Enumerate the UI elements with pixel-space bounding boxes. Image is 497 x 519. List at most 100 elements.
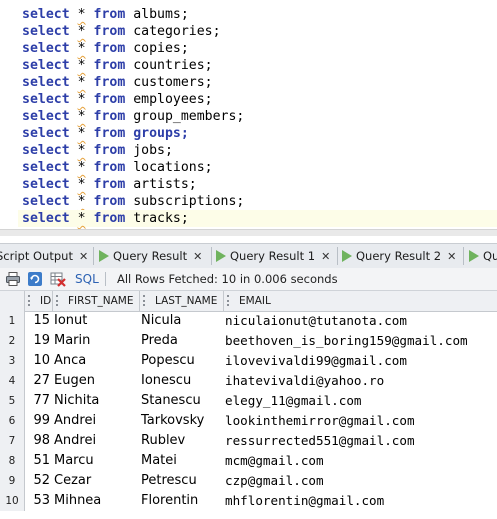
table-row[interactable]: 7 98 Andrei Rublev ressurrected551@gmail.com [0, 431, 497, 451]
cell-last-name[interactable]: Ionescu [140, 371, 224, 391]
cell-id[interactable]: 15 [25, 311, 51, 331]
cell-first-name[interactable]: Nichita [53, 391, 139, 411]
table-row[interactable]: 3 10 Anca Popescu ilovevivaldi99@gmail.com [0, 351, 497, 371]
code-line[interactable]: select * from jobs; [22, 142, 173, 159]
cell-last-name[interactable]: Stanescu [140, 391, 224, 411]
row-number[interactable]: 6 [0, 411, 25, 431]
cell-id[interactable]: 19 [25, 331, 51, 351]
cell-email[interactable]: ilovevivaldi99@gmail.com [224, 351, 497, 371]
cell-id[interactable]: 51 [25, 451, 51, 471]
cell-first-name[interactable]: Cezar [53, 471, 139, 491]
table-row[interactable]: 10 53 Mihnea Florentin mhflorentin@gmail.com [0, 491, 497, 511]
cell-first-name[interactable]: Andrei [53, 411, 139, 431]
row-number[interactable]: 2 [0, 331, 25, 351]
table-name: subscriptions; [133, 194, 245, 209]
column-header-last-name[interactable]: LAST_NAME [140, 291, 224, 311]
cell-first-name[interactable]: Eugen [53, 371, 139, 391]
row-number[interactable]: 5 [0, 391, 25, 411]
sql-button[interactable]: SQL [75, 268, 99, 290]
code-line[interactable]: select * from group_members; [22, 108, 244, 125]
cell-email[interactable]: mhflorentin@gmail.com [224, 491, 497, 511]
row-number[interactable]: 4 [0, 371, 25, 391]
cell-id[interactable]: 77 [25, 391, 51, 411]
cell-first-name[interactable]: Mihnea [53, 491, 139, 511]
row-number[interactable]: 10 [0, 491, 25, 511]
table-row[interactable]: 5 77 Nichita Stanescu elegy_11@gmail.com [0, 391, 497, 411]
cell-last-name[interactable]: Tarkovsky [140, 411, 224, 431]
close-icon[interactable]: ✕ [79, 250, 88, 263]
tab-query-result-2[interactable]: Query Result 2 ✕ [342, 244, 456, 268]
column-header-first-name[interactable]: FIRST_NAME [53, 291, 140, 311]
cell-email[interactable]: lookinthemirror@gmail.com [224, 411, 497, 431]
cell-email[interactable]: czp@gmail.com [224, 471, 497, 491]
sql-keyword: from [93, 41, 126, 56]
cell-email[interactable]: beethoven_is_boring159@gmail.com [224, 331, 497, 351]
close-icon[interactable]: ✕ [447, 250, 456, 263]
row-number[interactable]: 9 [0, 471, 25, 491]
code-line[interactable]: select * from customers; [22, 74, 213, 91]
sql-keyword: select [22, 41, 70, 56]
column-header-email[interactable]: EMAIL [224, 291, 497, 311]
results-grid[interactable]: ID FIRST_NAME LAST_NAME EMAIL 1 15 Ionut Ni… [0, 291, 497, 519]
cell-email[interactable]: mcm@gmail.com [224, 451, 497, 471]
table-row[interactable]: 8 51 Marcu Matei mcm@gmail.com [0, 451, 497, 471]
cell-email[interactable]: niculaionut@tutanota.com [224, 311, 497, 331]
cell-first-name[interactable]: Andrei [53, 431, 139, 451]
column-header-id[interactable]: ID [25, 291, 53, 311]
column-drag-icon [227, 295, 236, 306]
cell-id[interactable]: 10 [25, 351, 51, 371]
cell-email[interactable]: ressurrected551@gmail.com [224, 431, 497, 451]
cell-last-name[interactable]: Florentin [140, 491, 224, 511]
cell-last-name[interactable]: Popescu [140, 351, 224, 371]
code-line[interactable]: select * from employees; [22, 91, 213, 108]
cell-last-name[interactable]: Petrescu [140, 471, 224, 491]
code-line[interactable]: select * from groups; [22, 125, 189, 142]
clear-icon[interactable] [50, 271, 66, 287]
cell-last-name[interactable]: Preda [140, 331, 224, 351]
tab-query-result[interactable]: Query Result ✕ [99, 244, 202, 268]
cell-last-name[interactable]: Rublev [140, 431, 224, 451]
cell-id[interactable]: 98 [25, 431, 51, 451]
code-line[interactable]: select * from countries; [22, 57, 213, 74]
cell-id[interactable]: 52 [25, 471, 51, 491]
print-icon[interactable] [5, 271, 21, 287]
code-line[interactable]: select * from locations; [22, 159, 213, 176]
cell-id[interactable]: 27 [25, 371, 51, 391]
cell-email[interactable]: elegy_11@gmail.com [224, 391, 497, 411]
code-line[interactable]: select * from categories; [22, 23, 221, 40]
cell-last-name[interactable]: Matei [140, 451, 224, 471]
code-line[interactable]: select * from albums; [22, 6, 189, 23]
row-number[interactable]: 7 [0, 431, 25, 451]
cell-last-name[interactable]: Nicula [140, 311, 224, 331]
fetch-status: All Rows Fetched: 10 in 0.006 seconds [117, 272, 338, 286]
code-line[interactable]: select * from tracks; [18, 210, 497, 227]
sql-keyword: select [22, 24, 70, 39]
table-row[interactable]: 1 15 Ionut Nicula niculaionut@tutanota.com [0, 311, 497, 331]
sql-editor[interactable]: select * from albums; select * from categ… [0, 0, 497, 236]
table-row[interactable]: 4 27 Eugen Ionescu ihatevivaldi@yahoo.ro [0, 371, 497, 391]
cell-first-name[interactable]: Anca [53, 351, 139, 371]
table-row[interactable]: 2 19 Marin Preda beethoven_is_boring159@gmai… [0, 331, 497, 351]
table-row[interactable]: 6 99 Andrei Tarkovsky lookinthemirror@gmail.… [0, 411, 497, 431]
tab-script-output[interactable]: Script Output ✕ [0, 244, 88, 268]
row-number[interactable]: 3 [0, 351, 25, 371]
row-number[interactable]: 8 [0, 451, 25, 471]
wildcard: * [77, 126, 86, 141]
code-line[interactable]: select * from artists; [22, 176, 197, 193]
close-icon[interactable]: ✕ [193, 250, 202, 263]
cell-first-name[interactable]: Marin [53, 331, 139, 351]
table-row[interactable]: 9 52 Cezar Petrescu czp@gmail.com [0, 471, 497, 491]
cell-id[interactable]: 53 [25, 491, 51, 511]
row-number[interactable]: 1 [0, 311, 25, 331]
close-icon[interactable]: ✕ [321, 250, 330, 263]
cell-id[interactable]: 99 [25, 411, 51, 431]
cell-first-name[interactable]: Ionut [53, 311, 139, 331]
code-line[interactable]: select * from copies; [22, 40, 189, 57]
refresh-icon[interactable] [27, 271, 43, 287]
code-line[interactable]: select * from subscriptions; [22, 193, 244, 210]
tab-query-result-3[interactable]: Qu [469, 244, 497, 268]
editor-horizontal-scrollbar[interactable] [0, 229, 497, 236]
cell-email[interactable]: ihatevivaldi@yahoo.ro [224, 371, 497, 391]
cell-first-name[interactable]: Marcu [53, 451, 139, 471]
tab-query-result-1[interactable]: Query Result 1 ✕ [216, 244, 330, 268]
